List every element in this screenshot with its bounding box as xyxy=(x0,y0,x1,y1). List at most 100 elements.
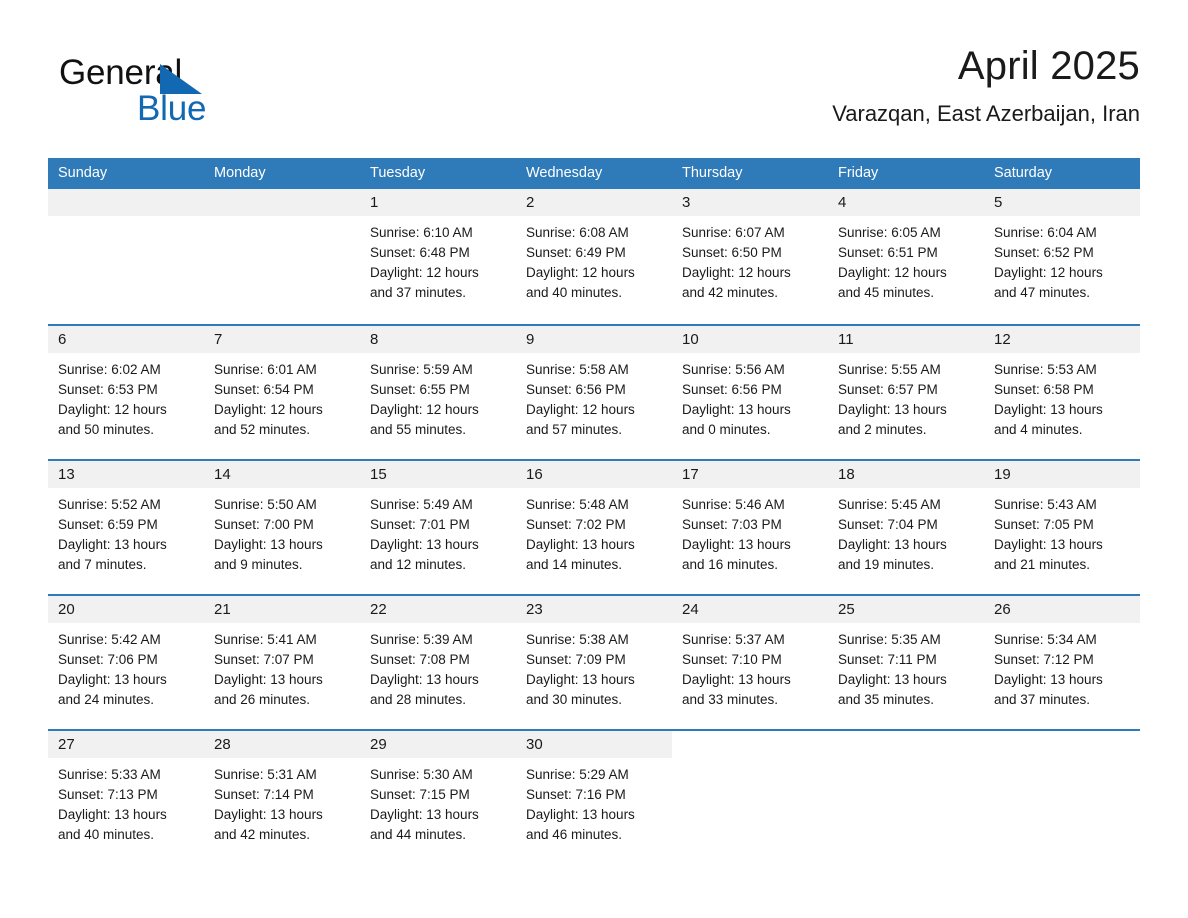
calendar-day-cell[interactable]: 8 Sunrise: 5:59 AM Sunset: 6:55 PM Daylight… xyxy=(360,324,516,459)
calendar-day-cell[interactable]: 23 Sunrise: 5:38 AM Sunset: 7:09 PM Dayligh… xyxy=(516,594,672,729)
date-band: 4 xyxy=(828,189,984,216)
date-band: 16 xyxy=(516,461,672,488)
calendar-weeks: 1 Sunrise: 6:10 AM Sunset: 6:48 PM Daylight… xyxy=(48,189,1140,864)
daylight-text-cont: and 50 minutes. xyxy=(58,422,155,437)
date-band: 21 xyxy=(204,596,360,623)
day-details: Sunrise: 5:50 AM Sunset: 7:00 PM Daylight:… xyxy=(204,488,360,575)
daylight-text-cont: and 28 minutes. xyxy=(370,692,467,707)
sunset-text: Sunset: 7:00 PM xyxy=(214,517,314,532)
calendar-day-cell[interactable]: 27 Sunrise: 5:33 AM Sunset: 7:13 PM Dayligh… xyxy=(48,729,204,864)
date-band: 2 xyxy=(516,189,672,216)
daylight-text: Daylight: 13 hours xyxy=(526,537,635,552)
date-band: 11 xyxy=(828,326,984,353)
calendar-day-cell[interactable]: 7 Sunrise: 6:01 AM Sunset: 6:54 PM Daylight… xyxy=(204,324,360,459)
daylight-text: Daylight: 13 hours xyxy=(682,672,791,687)
sunset-text: Sunset: 6:49 PM xyxy=(526,245,626,260)
sunrise-text: Sunrise: 5:31 AM xyxy=(214,767,317,782)
date-band: 28 xyxy=(204,731,360,758)
calendar-page: General Blue April 2025 Varazqan, East A… xyxy=(0,0,1188,918)
day-number: 12 xyxy=(994,331,1011,348)
calendar-day-cell[interactable]: 28 Sunrise: 5:31 AM Sunset: 7:14 PM Dayligh… xyxy=(204,729,360,864)
date-band: 10 xyxy=(672,326,828,353)
day-details: Sunrise: 6:04 AM Sunset: 6:52 PM Daylight:… xyxy=(984,216,1140,303)
daylight-text: Daylight: 12 hours xyxy=(838,265,947,280)
calendar-day-cell[interactable]: 17 Sunrise: 5:46 AM Sunset: 7:03 PM Dayligh… xyxy=(672,459,828,594)
weekday-header-thursday: Thursday xyxy=(682,165,743,181)
day-number: 23 xyxy=(526,601,543,618)
date-band: 22 xyxy=(360,596,516,623)
calendar-day-cell[interactable]: 1 Sunrise: 6:10 AM Sunset: 6:48 PM Daylight… xyxy=(360,189,516,324)
day-details: Sunrise: 5:59 AM Sunset: 6:55 PM Daylight:… xyxy=(360,353,516,440)
daylight-text-cont: and 14 minutes. xyxy=(526,557,623,572)
day-details: Sunrise: 5:58 AM Sunset: 6:56 PM Daylight:… xyxy=(516,353,672,440)
sunrise-text: Sunrise: 5:52 AM xyxy=(58,497,161,512)
day-number: 21 xyxy=(214,601,231,618)
day-details: Sunrise: 5:29 AM Sunset: 7:16 PM Daylight:… xyxy=(516,758,672,845)
daylight-text: Daylight: 13 hours xyxy=(526,672,635,687)
calendar-day-cell[interactable]: 12 Sunrise: 5:53 AM Sunset: 6:58 PM Dayligh… xyxy=(984,324,1140,459)
daylight-text-cont: and 26 minutes. xyxy=(214,692,311,707)
calendar-day-cell[interactable]: 21 Sunrise: 5:41 AM Sunset: 7:07 PM Dayligh… xyxy=(204,594,360,729)
calendar-day-cell[interactable]: 2 Sunrise: 6:08 AM Sunset: 6:49 PM Daylight… xyxy=(516,189,672,324)
daylight-text-cont: and 42 minutes. xyxy=(682,285,779,300)
daylight-text: Daylight: 12 hours xyxy=(370,265,479,280)
calendar-day-cell[interactable]: 20 Sunrise: 5:42 AM Sunset: 7:06 PM Dayligh… xyxy=(48,594,204,729)
date-band: 30 xyxy=(516,731,672,758)
daylight-text: Daylight: 12 hours xyxy=(526,402,635,417)
generalblue-logo: General Blue xyxy=(59,54,319,136)
daylight-text: Daylight: 12 hours xyxy=(526,265,635,280)
day-number: 15 xyxy=(370,466,387,483)
sunset-text: Sunset: 6:53 PM xyxy=(58,382,158,397)
sunrise-text: Sunrise: 5:43 AM xyxy=(994,497,1097,512)
date-band: 8 xyxy=(360,326,516,353)
calendar-day-cell[interactable]: 30 Sunrise: 5:29 AM Sunset: 7:16 PM Dayligh… xyxy=(516,729,672,864)
calendar-day-cell[interactable]: 22 Sunrise: 5:39 AM Sunset: 7:08 PM Dayligh… xyxy=(360,594,516,729)
date-band: 3 xyxy=(672,189,828,216)
day-details: Sunrise: 6:05 AM Sunset: 6:51 PM Daylight:… xyxy=(828,216,984,303)
daylight-text: Daylight: 13 hours xyxy=(994,672,1103,687)
day-number: 30 xyxy=(526,736,543,753)
day-number: 20 xyxy=(58,601,75,618)
date-band: 27 xyxy=(48,731,204,758)
calendar-day-cell[interactable]: 10 Sunrise: 5:56 AM Sunset: 6:56 PM Dayligh… xyxy=(672,324,828,459)
sunrise-text: Sunrise: 5:59 AM xyxy=(370,362,473,377)
calendar-day-cell[interactable]: 13 Sunrise: 5:52 AM Sunset: 6:59 PM Dayligh… xyxy=(48,459,204,594)
calendar-day-cell[interactable]: 16 Sunrise: 5:48 AM Sunset: 7:02 PM Dayligh… xyxy=(516,459,672,594)
calendar-day-cell[interactable]: 6 Sunrise: 6:02 AM Sunset: 6:53 PM Daylight… xyxy=(48,324,204,459)
day-details: Sunrise: 5:30 AM Sunset: 7:15 PM Daylight:… xyxy=(360,758,516,845)
day-details xyxy=(984,758,1140,765)
calendar-day-cell[interactable]: 19 Sunrise: 5:43 AM Sunset: 7:05 PM Dayligh… xyxy=(984,459,1140,594)
calendar-day-cell[interactable]: 24 Sunrise: 5:37 AM Sunset: 7:10 PM Dayligh… xyxy=(672,594,828,729)
title-block: April 2025 Varazqan, East Azerbaijan, Ir… xyxy=(440,42,1140,130)
calendar-day-cell[interactable]: 11 Sunrise: 5:55 AM Sunset: 6:57 PM Dayligh… xyxy=(828,324,984,459)
date-band xyxy=(828,731,984,758)
daylight-text-cont: and 12 minutes. xyxy=(370,557,467,572)
calendar-day-cell[interactable]: 18 Sunrise: 5:45 AM Sunset: 7:04 PM Dayligh… xyxy=(828,459,984,594)
sunset-text: Sunset: 6:50 PM xyxy=(682,245,782,260)
calendar-day-cell[interactable]: 29 Sunrise: 5:30 AM Sunset: 7:15 PM Dayligh… xyxy=(360,729,516,864)
calendar-day-cell[interactable]: 14 Sunrise: 5:50 AM Sunset: 7:00 PM Dayligh… xyxy=(204,459,360,594)
date-band: 7 xyxy=(204,326,360,353)
sunset-text: Sunset: 7:02 PM xyxy=(526,517,626,532)
calendar-day-cell[interactable]: 15 Sunrise: 5:49 AM Sunset: 7:01 PM Dayligh… xyxy=(360,459,516,594)
calendar-day-cell[interactable]: 4 Sunrise: 6:05 AM Sunset: 6:51 PM Daylight… xyxy=(828,189,984,324)
calendar-day-cell[interactable]: 9 Sunrise: 5:58 AM Sunset: 6:56 PM Daylight… xyxy=(516,324,672,459)
calendar-day-cell[interactable]: 5 Sunrise: 6:04 AM Sunset: 6:52 PM Daylight… xyxy=(984,189,1140,324)
date-band: 19 xyxy=(984,461,1140,488)
daylight-text: Daylight: 12 hours xyxy=(994,265,1103,280)
date-band: 15 xyxy=(360,461,516,488)
calendar-day-cell-empty xyxy=(48,189,204,324)
daylight-text-cont: and 9 minutes. xyxy=(214,557,303,572)
calendar-day-cell[interactable]: 25 Sunrise: 5:35 AM Sunset: 7:11 PM Dayligh… xyxy=(828,594,984,729)
daylight-text-cont: and 24 minutes. xyxy=(58,692,155,707)
calendar-day-cell[interactable]: 26 Sunrise: 5:34 AM Sunset: 7:12 PM Dayligh… xyxy=(984,594,1140,729)
weekday-header-monday: Monday xyxy=(214,165,266,181)
day-number: 27 xyxy=(58,736,75,753)
day-number: 1 xyxy=(370,194,379,211)
daylight-text-cont: and 21 minutes. xyxy=(994,557,1091,572)
daylight-text-cont: and 33 minutes. xyxy=(682,692,779,707)
day-number: 18 xyxy=(838,466,855,483)
calendar-day-cell-empty xyxy=(828,729,984,864)
calendar-day-cell[interactable]: 3 Sunrise: 6:07 AM Sunset: 6:50 PM Daylight… xyxy=(672,189,828,324)
date-band xyxy=(48,189,204,216)
